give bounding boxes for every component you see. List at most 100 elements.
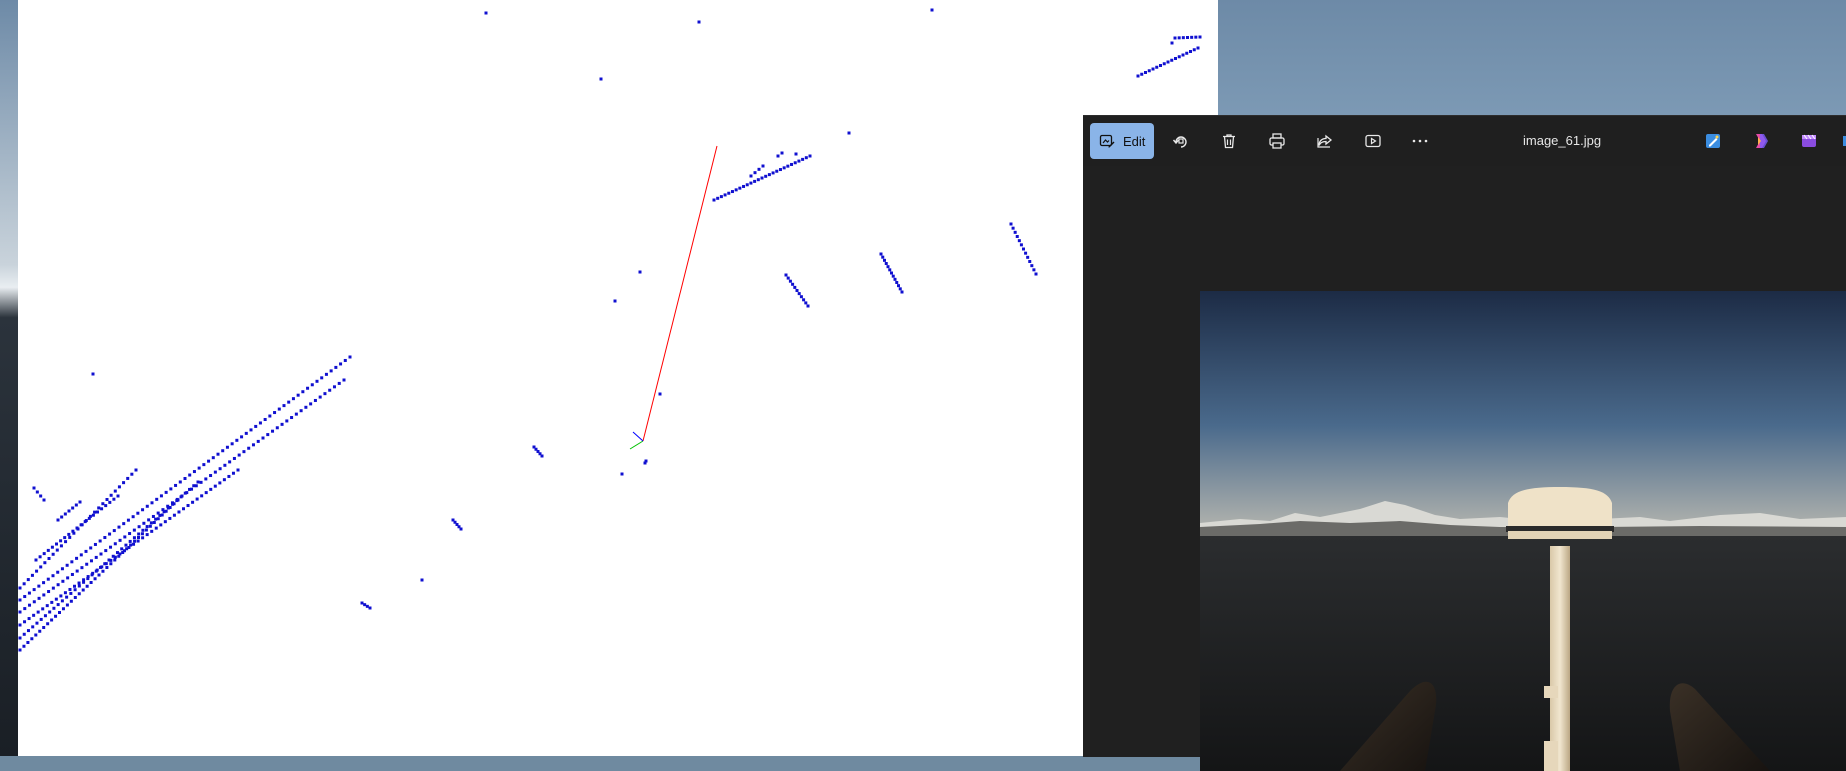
point: [26, 578, 30, 582]
point: [886, 265, 890, 269]
point: [140, 532, 144, 536]
point: [168, 516, 172, 520]
photos-app-window[interactable]: Edit image_61.jpg: [1083, 115, 1846, 771]
more-button[interactable]: [1402, 123, 1438, 159]
point: [775, 169, 779, 173]
point: [1173, 36, 1177, 40]
point: [115, 551, 119, 555]
point: [85, 562, 89, 566]
point: [315, 379, 319, 383]
point: [52, 606, 56, 610]
point: [120, 547, 124, 551]
point: [1144, 71, 1147, 74]
point: [80, 566, 84, 570]
point: [69, 591, 73, 595]
point: [43, 561, 47, 565]
point: [83, 520, 87, 524]
point: [784, 273, 788, 277]
point: [63, 536, 67, 540]
point: [77, 584, 81, 588]
point: [757, 167, 761, 171]
point: [142, 521, 146, 525]
print-button[interactable]: [1259, 123, 1295, 159]
point: [97, 573, 101, 577]
point: [897, 284, 900, 288]
point: [1147, 69, 1151, 73]
point: [251, 443, 255, 447]
point: [55, 542, 58, 546]
point: [306, 386, 310, 390]
point: [884, 262, 888, 265]
point: [30, 637, 34, 641]
point: [1032, 268, 1036, 272]
point: [169, 487, 173, 491]
point: [1177, 55, 1181, 59]
point: [39, 617, 43, 621]
point: [273, 411, 277, 415]
point: [130, 472, 134, 476]
point: [209, 474, 213, 478]
point: [343, 358, 347, 362]
rotate-button[interactable]: [1163, 123, 1199, 159]
point: [125, 547, 129, 551]
point: [122, 522, 126, 526]
point-cloud-viewer[interactable]: [18, 0, 1218, 756]
point: [228, 460, 232, 464]
point: [35, 569, 39, 573]
point: [177, 510, 181, 514]
point: [18, 610, 22, 614]
point: [723, 193, 727, 197]
point: [61, 579, 65, 583]
edit-image-icon: [1099, 133, 1115, 149]
copilot-icon[interactable]: [1752, 132, 1770, 150]
edit-button[interactable]: Edit: [1090, 123, 1154, 159]
point: [141, 536, 145, 540]
point: [804, 301, 808, 305]
paint-icon[interactable]: [1704, 132, 1722, 150]
point: [716, 196, 720, 200]
point: [254, 424, 258, 428]
displayed-photo[interactable]: [1200, 291, 1846, 771]
point: [318, 395, 322, 399]
point: [109, 545, 113, 549]
share-button[interactable]: [1307, 123, 1343, 159]
point: [342, 378, 346, 382]
point: [156, 517, 160, 521]
point: [77, 592, 81, 596]
point: [266, 433, 270, 437]
point: [360, 601, 364, 605]
point-cloud-canvas[interactable]: [18, 0, 1218, 756]
point: [23, 595, 27, 599]
point: [93, 577, 97, 581]
point: [213, 470, 217, 474]
point: [186, 504, 190, 508]
point: [202, 463, 206, 467]
point: [34, 633, 38, 637]
point: [168, 506, 172, 509]
point: [154, 526, 158, 530]
point: [301, 390, 305, 394]
point: [172, 502, 176, 506]
point: [101, 569, 105, 573]
point: [149, 521, 153, 525]
point: [749, 181, 753, 185]
point: [69, 599, 73, 603]
point: [1022, 247, 1025, 251]
point: [71, 529, 75, 533]
trash-icon: [1223, 134, 1235, 149]
point: [109, 493, 113, 497]
point: [1011, 226, 1015, 230]
point: [96, 510, 99, 514]
point: [1170, 58, 1174, 62]
delete-button[interactable]: [1211, 123, 1247, 159]
point: [900, 290, 904, 294]
point: [1028, 260, 1032, 263]
point: [332, 385, 336, 389]
point: [420, 578, 424, 582]
point: [150, 529, 154, 533]
clipchamp-icon[interactable]: [1800, 132, 1818, 150]
point: [148, 524, 152, 528]
slideshow-button[interactable]: [1355, 123, 1391, 159]
point: [1024, 251, 1028, 255]
more-icon: [1412, 139, 1428, 143]
